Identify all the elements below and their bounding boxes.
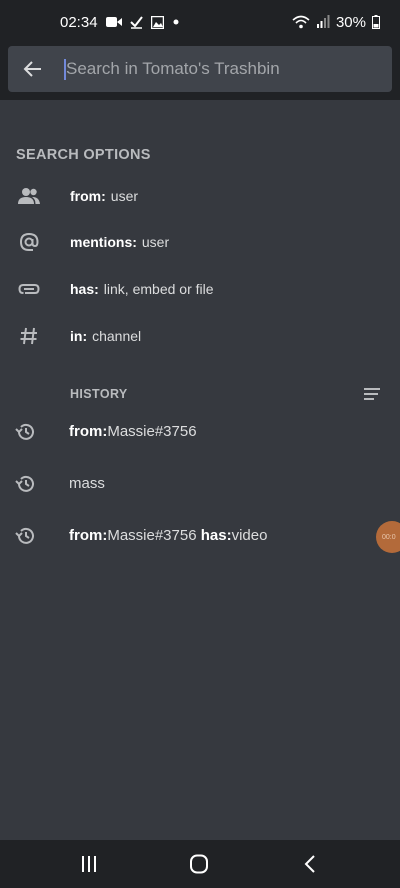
- search-box[interactable]: [8, 46, 392, 92]
- search-option-mentions[interactable]: mentions: user: [0, 220, 400, 264]
- status-bar: 02:34 30%: [0, 0, 400, 44]
- signal-icon: [316, 15, 330, 29]
- search-option-has[interactable]: has: link, embed or file: [0, 267, 400, 311]
- check-icon: [129, 15, 143, 29]
- search-option-in-label: in: channel: [70, 328, 142, 344]
- back-arrow-icon[interactable]: [22, 58, 44, 80]
- history-icon: [15, 423, 34, 440]
- search-option-from[interactable]: from: user: [0, 174, 400, 218]
- history-item[interactable]: from:Massie#3756: [0, 410, 400, 454]
- search-input[interactable]: [58, 46, 378, 92]
- battery-percentage: 30%: [335, 13, 366, 31]
- image-icon: [150, 15, 164, 29]
- search-option-in[interactable]: in: channel: [0, 314, 400, 358]
- screen-recorder-time: 00:0: [382, 533, 396, 541]
- history-icon: [15, 475, 34, 492]
- wifi-icon: [292, 15, 310, 29]
- search-option-mentions-label: mentions: user: [70, 234, 170, 250]
- users-icon: [16, 183, 42, 209]
- dot-icon: [172, 18, 180, 26]
- search-header: [0, 44, 400, 100]
- search-option-from-label: from: user: [70, 188, 139, 204]
- screen-recorder-bubble[interactable]: 00:0: [376, 521, 400, 553]
- history-item-label: from:Massie#3756 has:video: [69, 527, 268, 544]
- at-icon: [16, 229, 42, 255]
- back-nav-icon[interactable]: [298, 852, 324, 876]
- navigation-bar: [0, 840, 400, 888]
- home-icon[interactable]: [186, 852, 212, 876]
- video-icon: [105, 16, 122, 28]
- search-option-has-label: has: link, embed or file: [70, 281, 214, 297]
- search-options-heading: SEARCH OPTIONS: [16, 147, 151, 163]
- clear-history-icon[interactable]: [362, 386, 382, 402]
- history-item[interactable]: from:Massie#3756 has:video: [0, 514, 400, 558]
- history-icon: [15, 527, 34, 544]
- history-item-label: from:Massie#3756: [69, 423, 197, 440]
- history-item-label: mass: [69, 475, 105, 492]
- battery-icon: [372, 15, 380, 29]
- text-caret: [64, 59, 66, 80]
- clock: 02:34: [60, 13, 98, 31]
- paperclip-icon: [16, 276, 42, 302]
- history-heading: HISTORY: [70, 387, 128, 401]
- hashtag-icon: [16, 323, 42, 349]
- recent-apps-icon[interactable]: [76, 852, 102, 876]
- history-item[interactable]: mass: [0, 462, 400, 506]
